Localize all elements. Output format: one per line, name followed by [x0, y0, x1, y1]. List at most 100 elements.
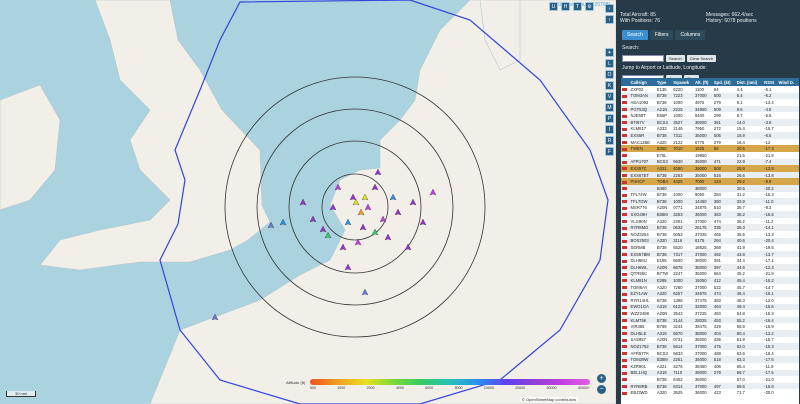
toggle-f-button[interactable]: F: [605, 147, 614, 156]
toggle-h-button[interactable]: H: [561, 2, 570, 11]
table-row[interactable]: NJE59T E55P 1000 8400 299 9.7 -5.6: [621, 112, 799, 119]
table-row[interactable]: KLM617 A333 2146 7950 272 15.4 -15.7: [621, 126, 799, 133]
collapse-chevron-left-icon[interactable]: ‹: [605, 15, 614, 24]
col-altitude[interactable]: Alt. (ft): [693, 78, 713, 86]
table-row[interactable]: TOM3AN B738 7223 37000 500 5.4 -6.2: [621, 92, 799, 100]
table-row[interactable]: QTR95C B77W 2247 35000 564 45.2 -21.9: [621, 271, 799, 278]
table-row[interactable]: AFR57TK BCS3 5633 37000 488 63.6 -16.4: [621, 350, 799, 357]
toggle-i-button[interactable]: I: [605, 125, 614, 134]
table-row[interactable]: EWG1GA A319 6122 32000 464 49.4 -15.6: [621, 303, 799, 311]
legend-tick: 10000: [483, 386, 494, 390]
table-row[interactable]: PGT53Q A21N 2225 34950 509 9.6 -4.8: [621, 105, 799, 113]
table-row[interactable]: VLG90N A320 2301 37000 474 36.2 -11.2: [621, 218, 799, 225]
cell-type: BCS3: [655, 118, 673, 126]
map-attribution[interactable]: © OpenStreetMap contributors: [520, 397, 579, 402]
table-row[interactable]: PHHCF TOBA 4425 7000 124 29.2 -9.9: [621, 178, 799, 185]
table-row[interactable]: KLM81N E295 1000 15050 412 45.4 -15.2: [621, 277, 799, 284]
table-row[interactable]: TFL7GW B738 1000 14450 360 33.9 -11.0: [621, 198, 799, 205]
flag-cell: [621, 132, 630, 139]
cell-wind: [778, 376, 799, 383]
table-row[interactable]: EXS57BM B738 7317 37000 492 43.8 -13.7: [621, 250, 799, 258]
table-row[interactable]: SXO49H B38M 3253 36000 383 36.2 -15.6: [621, 211, 799, 218]
toggle-o-button[interactable]: O: [605, 70, 614, 79]
zoom-in-button[interactable]: +: [597, 374, 606, 383]
table-row[interactable]: TOM39W B38M 2251 35000 518 63.3 -17.5: [621, 356, 799, 363]
table-row[interactable]: KLM75K B738 2144 28025 453 55.2 -16.4: [621, 316, 799, 324]
table-row[interactable]: EBJ3WD A320 3525 36000 423 71.7 -20.0: [621, 389, 799, 396]
search-input[interactable]: [622, 54, 664, 62]
toggle-m-button[interactable]: M: [605, 103, 614, 112]
table-row[interactable]: MAC12BE A320 2122 6775 279 16.4 -12: [621, 139, 799, 146]
table-row[interactable]: B460 38000 30.5 -20.2: [621, 184, 799, 192]
table-row[interactable]: RYR14HL B738 1396 37475 383 48.3 -12.0: [621, 297, 799, 304]
table-row[interactable]: MSR776 A20N 0771 34875 510 35.7 -9.3: [621, 205, 799, 212]
table-row[interactable]: SAS957 A20N 0731 36000 436 61.9 -15.7: [621, 337, 799, 344]
table-row[interactable]: EXS67ET B738 2253 35000 516 26.6 -13.8: [621, 171, 799, 179]
table-row[interactable]: BTI87V BCS3 3527 38000 361 14.0 -3.9: [621, 118, 799, 126]
collapse-chevron-right-icon[interactable]: ›: [605, 4, 614, 13]
table-row[interactable]: TOM6AY A320 7260 37000 522 45.7 -14.7: [621, 284, 799, 291]
toggle-p-button[interactable]: P: [605, 114, 614, 123]
col-callsign[interactable]: Callsign: [629, 78, 656, 86]
cell-rssi: -16.4: [764, 350, 774, 356]
table-row[interactable]: DLH6WL A20N 6678 38000 397 44.6 -12.3: [621, 264, 799, 271]
cell-spd: 86: [712, 145, 736, 152]
table-row[interactable]: WZZ2488 A20N 3543 37225 483 54.8 -15.3: [621, 310, 799, 317]
toggle-k-button[interactable]: K: [605, 81, 614, 90]
cell-callsign: EZY1AW: [629, 290, 656, 297]
table-row[interactable]: TFL74W B738 1000 9050 284 31.2 -15.3: [621, 192, 799, 199]
table-row[interactable]: EXS57C A321 4060 35000 508 25.9 -13.9: [621, 165, 799, 172]
cell-dist: 36.2: [736, 218, 745, 224]
table-row[interactable]: DLH5LE A319 6670 38000 404 60.4 -13.2: [621, 329, 799, 337]
table-row[interactable]: EZY1AW A320 6257 34975 474 46.4 -16.1: [621, 290, 799, 297]
col-type[interactable]: Type: [655, 78, 673, 86]
clear-search-button[interactable]: Clear Search: [686, 54, 717, 62]
table-row[interactable]: RYR8MG B738 0632 26175 335 36.3 -14.1: [621, 224, 799, 232]
table-row[interactable]: BOX2503 A320 3116 6175 264 40.6 -20.4: [621, 237, 799, 245]
col-speed[interactable]: Spd. (kt): [712, 78, 736, 86]
table-row[interactable]: VIR365 B789 3244 38475 429 56.9 -16.9: [621, 323, 799, 330]
table-row[interactable]: BEL1HQ A319 7110 39000 279 66.7 -17.5: [621, 369, 799, 377]
cell-spd: 404: [712, 329, 736, 337]
table-row[interactable]: EXS5R B738 7311 35000 505 15.9 -6.5: [621, 132, 799, 139]
table-row[interactable]: RYR8RB B738 6314 37000 497 69.6 -16.9: [621, 382, 799, 390]
table-row[interactable]: SERMB B738 5520 18825 369 41.9 -19.5: [621, 244, 799, 251]
toggle-v-button[interactable]: V: [605, 92, 614, 101]
toggle-r-button[interactable]: R: [605, 136, 614, 145]
layers-icon[interactable]: ✦: [605, 48, 614, 57]
cell-wind: [777, 343, 799, 350]
table-row[interactable]: NOZ3254 B738 5053 37025 469 36.5 -13.3: [621, 231, 799, 238]
table-row[interactable]: DLH8MJ E195 6600 38000 391 44.4 -17.1: [621, 257, 799, 264]
toggle-t-button[interactable]: T: [573, 2, 582, 11]
tab-search[interactable]: Search: [622, 30, 648, 40]
col-distance[interactable]: Dist. (nmi): [735, 78, 764, 86]
toggle-l-button[interactable]: L: [605, 59, 614, 68]
flag-icon: [622, 299, 627, 303]
settings-gear-icon[interactable]: ⚙: [585, 2, 594, 11]
zoom-out-button[interactable]: −: [597, 385, 606, 394]
col-rssi[interactable]: RSSI: [763, 78, 778, 86]
cell-wind: [778, 297, 799, 304]
table-row[interactable]: ZXP02 E135 6220 1100 64 4.4 -5.1: [621, 86, 799, 93]
table-row[interactable]: AEA1093 B738 1000 4975 279 9.1 -13.4: [621, 99, 799, 106]
toggle-u-button[interactable]: U: [549, 2, 558, 11]
table-row[interactable]: NOZ1752 B738 5614 37000 475 62.0 -15.3: [621, 343, 799, 350]
flag-cell: [621, 237, 630, 245]
flag-icon: [622, 160, 627, 164]
tab-columns[interactable]: Columns: [675, 30, 706, 40]
table-row[interactable]: E75L 19850 21.5 -21.9: [621, 152, 799, 159]
tab-filters[interactable]: Filters: [649, 30, 674, 40]
table-row[interactable]: AFR1707 BCS3 5630 35000 471 22.9 -7.4: [621, 158, 799, 166]
cell-dist: 54.8: [736, 310, 745, 316]
map-view[interactable]: tar1090 on github (220708): [0, 0, 616, 404]
col-squawk[interactable]: Squawk: [672, 78, 694, 86]
col-wind[interactable]: Wind D.: [777, 78, 799, 86]
table-row[interactable]: TWEN B350 7010 1625 86 20.5 -17.3: [621, 145, 799, 152]
table-row[interactable]: KZR901 A321 3276 38450 406 65.4 -11.9: [621, 363, 799, 370]
cell-alt: 38000: [693, 184, 713, 192]
cell-spd: 299: [713, 113, 721, 119]
cell-spd: 429: [713, 324, 721, 330]
search-button[interactable]: Search: [666, 54, 685, 62]
cell-squawk: 6220: [673, 86, 683, 92]
table-row[interactable]: B738 6402 36000 67.0 -21.0: [621, 376, 799, 383]
